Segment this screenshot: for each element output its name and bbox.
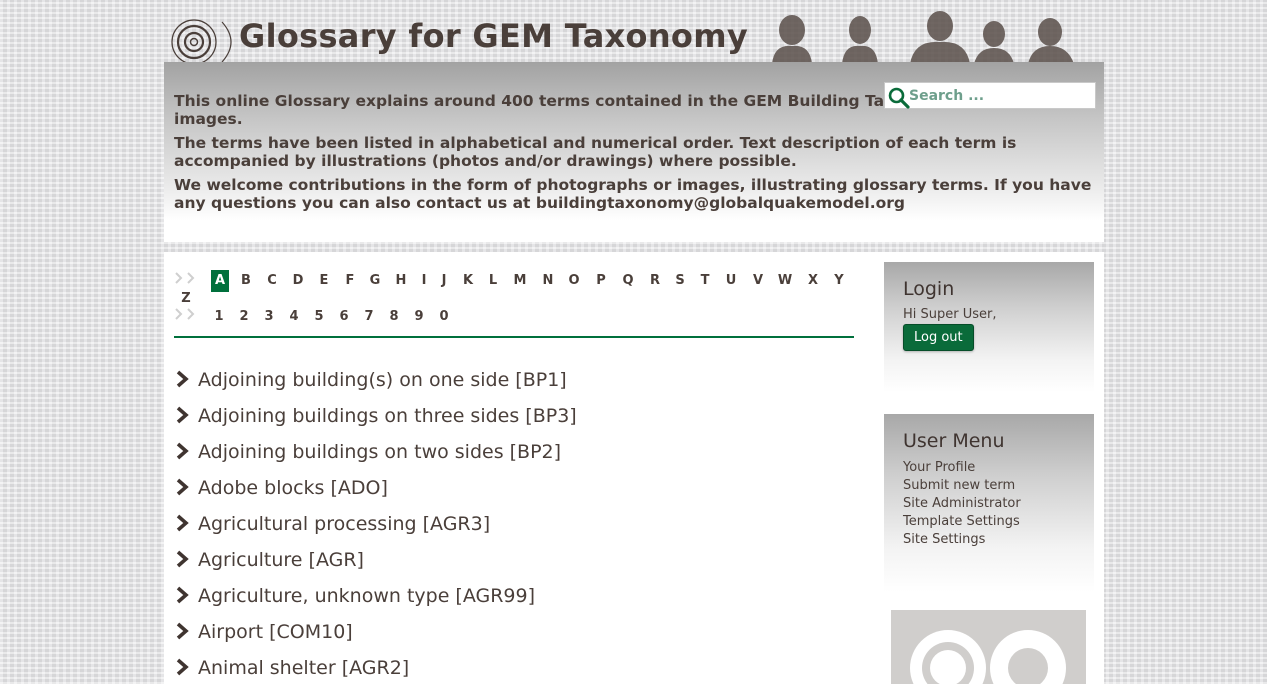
gem-promo-image[interactable] [891,610,1086,684]
term-list-item[interactable]: Adobe blocks [ADO] [174,472,854,508]
user-menu-title: User Menu [903,430,1005,452]
chevron-right-icon [176,550,189,568]
number-4[interactable]: 4 [285,306,303,328]
term-label[interactable]: Adjoining buildings on two sides [BP2] [198,436,561,468]
alphabet-navigation: ABCDEFGHIJKLMNOPQRSTUVWXY Z 1234567890 [174,270,854,324]
term-list-item[interactable]: Airport [COM10] [174,616,854,652]
chevron-right-icon [176,514,189,532]
term-list: Adjoining building(s) on one side [BP1] A… [174,364,854,684]
chevron-right-icon [176,442,189,460]
chevron-right-icon [176,586,189,604]
number-0[interactable]: 0 [435,306,453,328]
number-7[interactable]: 7 [360,306,378,328]
logout-button[interactable]: Log out [903,324,974,351]
intro-text: This online Glossary explains around 400… [174,92,1100,218]
nav-divider [174,336,854,338]
site-header: Glossary for GEM Taxonomy [164,0,1104,64]
double-chevron-icon [175,308,195,320]
number-1[interactable]: 1 [210,306,228,328]
letters-row-wrap: Z [174,288,854,306]
double-chevron-icon [175,272,195,284]
menu-item-site-settings[interactable]: Site Settings [903,531,1075,549]
number-8[interactable]: 8 [385,306,403,328]
number-9[interactable]: 9 [410,306,428,328]
login-greeting: Hi Super User, [903,307,997,322]
user-menu-panel: User Menu Your Profile Submit new term S… [884,414,1094,592]
login-panel: Login Hi Super User, Log out [884,262,1094,392]
team-photo-icon [772,11,1074,64]
search-input[interactable] [909,85,1093,106]
term-label[interactable]: Agricultural processing [AGR3] [198,508,490,540]
term-label[interactable]: Adjoining building(s) on one side [BP1] [198,364,567,396]
term-list-item[interactable]: Adjoining buildings on two sides [BP2] [174,436,854,472]
term-label[interactable]: Adobe blocks [ADO] [198,472,388,504]
search-box [884,82,1096,109]
intro-paragraph: The terms have been listed in alphabetic… [174,134,1017,170]
main-content: ABCDEFGHIJKLMNOPQRSTUVWXY Z 1234567890 A… [164,252,1104,684]
chevron-right-icon [176,406,189,424]
term-list-item[interactable]: Agriculture [AGR] [174,544,854,580]
term-list-item[interactable]: Animal shelter [AGR2] [174,652,854,684]
numbers-row: 1234567890 [174,306,854,324]
number-5[interactable]: 5 [310,306,328,328]
term-label[interactable]: Adjoining buildings on three sides [BP3] [198,400,577,432]
number-6[interactable]: 6 [335,306,353,328]
term-label[interactable]: Airport [COM10] [198,616,353,648]
term-list-item[interactable]: Agriculture, unknown type [AGR99] [174,580,854,616]
search-icon[interactable] [887,86,911,110]
chevron-right-icon [176,622,189,640]
gem-logo-icon[interactable] [170,16,236,64]
intro-paragraph: We welcome contributions in the form of … [174,176,1092,212]
menu-item-submit-new-term[interactable]: Submit new term [903,477,1075,495]
number-2[interactable]: 2 [235,306,253,328]
term-list-item[interactable]: Adjoining buildings on three sides [BP3] [174,400,854,436]
menu-item-your-profile[interactable]: Your Profile [903,459,1075,477]
term-list-item[interactable]: Agricultural processing [AGR3] [174,508,854,544]
login-title: Login [903,278,955,300]
term-label[interactable]: Agriculture [AGR] [198,544,364,576]
site-title[interactable]: Glossary for GEM Taxonomy [239,17,748,55]
term-label[interactable]: Animal shelter [AGR2] [198,652,409,684]
chevron-right-icon [176,658,189,676]
intro-banner: This online Glossary explains around 400… [164,62,1104,242]
term-list-item[interactable]: Adjoining building(s) on one side [BP1] [174,364,854,400]
chevron-right-icon [176,370,189,388]
term-label[interactable]: Agriculture, unknown type [AGR99] [198,580,535,612]
menu-item-template-settings[interactable]: Template Settings [903,513,1075,531]
menu-item-site-administrator[interactable]: Site Administrator [903,495,1075,513]
letters-row: ABCDEFGHIJKLMNOPQRSTUVWXY [174,270,854,292]
number-3[interactable]: 3 [260,306,278,328]
chevron-right-icon [176,478,189,496]
